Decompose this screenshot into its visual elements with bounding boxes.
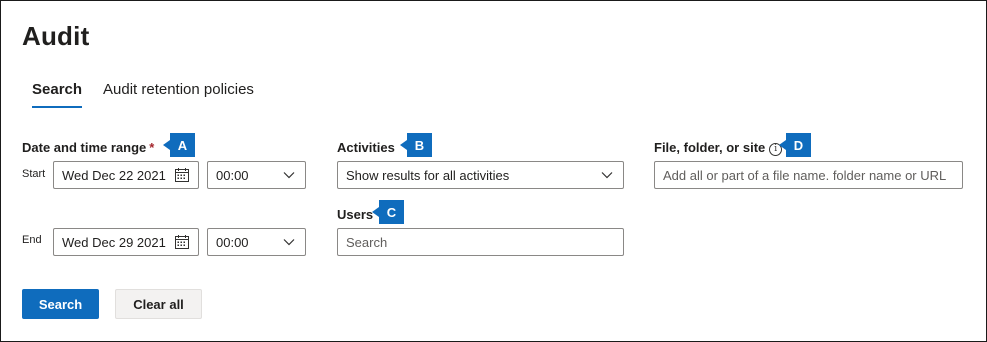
tab-search[interactable]: Search	[32, 81, 83, 108]
file-folder-site-input[interactable]: Add all or part of a file name. folder n…	[654, 161, 963, 189]
start-time-value: 00:00	[216, 167, 249, 183]
file-folder-site-label: File, folder, or site i	[654, 140, 783, 156]
users-label: Users	[337, 207, 374, 222]
callout-b: B	[400, 133, 432, 157]
users-search-placeholder: Search	[346, 234, 388, 250]
start-label: Start	[22, 168, 46, 180]
file-folder-site-placeholder: Add all or part of a file name. folder n…	[663, 167, 947, 183]
activities-value: Show results for all activities	[346, 167, 510, 183]
users-search-input[interactable]: Search	[337, 228, 624, 256]
start-date-picker[interactable]: Wed Dec 22 2021	[53, 161, 199, 189]
end-time-dropdown[interactable]: 00:00	[207, 228, 306, 256]
callout-c: C	[372, 200, 404, 224]
page-title: Audit	[22, 21, 90, 51]
start-date-value: Wed Dec 22 2021	[62, 167, 166, 183]
search-button[interactable]: Search	[22, 289, 99, 319]
audit-panel: Audit Search Audit retention policies Da…	[0, 0, 987, 342]
required-asterisk: *	[149, 140, 155, 155]
end-time-value: 00:00	[216, 234, 249, 250]
end-date-picker[interactable]: Wed Dec 29 2021	[53, 228, 199, 256]
callout-a: A	[163, 133, 195, 157]
calendar-icon[interactable]	[174, 234, 190, 250]
activities-dropdown[interactable]: Show results for all activities	[337, 161, 624, 189]
tab-audit-retention-policies[interactable]: Audit retention policies	[103, 81, 254, 98]
file-folder-site-label-text: File, folder, or site	[654, 140, 766, 155]
activities-label: Activities	[337, 140, 395, 155]
date-range-label-text: Date and time range	[22, 140, 147, 155]
end-date-value: Wed Dec 29 2021	[62, 234, 166, 250]
callout-d: D	[779, 133, 811, 157]
chevron-down-icon	[601, 172, 613, 179]
chevron-down-icon	[283, 172, 295, 179]
start-time-dropdown[interactable]: 00:00	[207, 161, 306, 189]
date-range-label: Date and time range *	[22, 140, 154, 155]
calendar-icon[interactable]	[174, 167, 190, 183]
clear-all-button[interactable]: Clear all	[115, 289, 202, 319]
chevron-down-icon	[283, 239, 295, 246]
end-label: End	[22, 234, 42, 246]
